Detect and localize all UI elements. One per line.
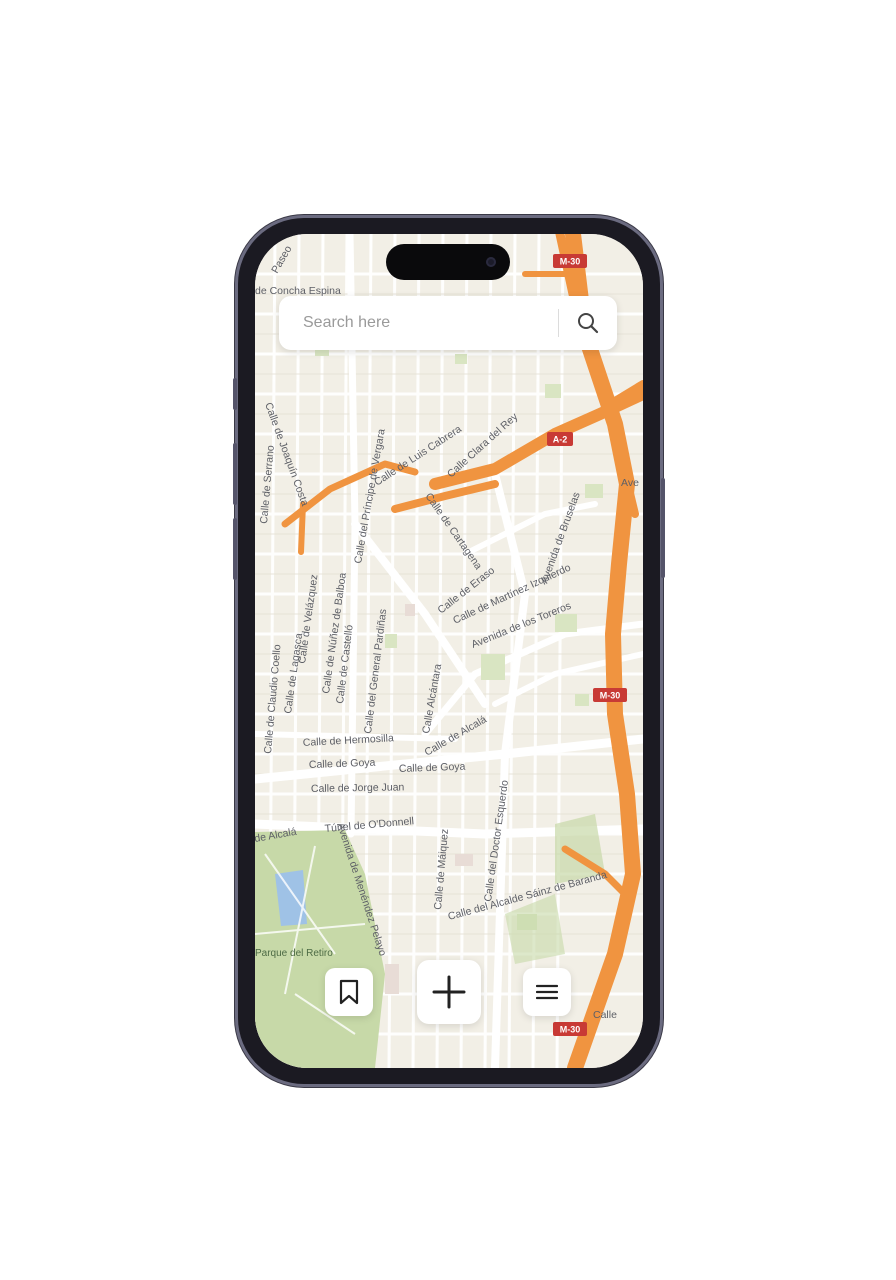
dynamic-island [386,244,510,280]
add-button[interactable] [417,960,481,1024]
phone-frame: de Concha Espina Calle de Luis Cabrera C… [233,218,665,1084]
menu-button[interactable] [523,968,571,1016]
camera-icon [486,257,496,267]
road-shield: M-30 [553,1022,587,1036]
park-label: Parque del Retiro [255,948,333,959]
street-label: Calle de Goya [309,757,376,771]
street-label: Calle de Goya [399,761,466,775]
plus-icon [432,975,466,1009]
bookmark-icon [339,979,359,1005]
side-button [233,378,237,410]
search-input[interactable] [279,295,558,351]
side-button [233,443,237,505]
screen: de Concha Espina Calle de Luis Cabrera C… [255,234,643,1068]
street-label: Ave [621,477,639,489]
road-shield: A-2 [547,432,573,446]
search-icon [578,313,599,334]
road-shield: M-30 [593,688,627,702]
street-label: Calle [593,1009,617,1021]
search-bar [279,295,617,351]
svg-text:M-30: M-30 [560,257,581,267]
side-button [233,518,237,580]
street-label: Calle de Jorge Juan [311,781,405,795]
road-shield: M-30 [553,254,587,268]
bookmark-button[interactable] [325,968,373,1016]
search-button[interactable] [559,296,617,350]
svg-text:M-30: M-30 [600,691,621,701]
side-button [661,478,665,578]
menu-icon [536,984,558,1000]
map-view[interactable]: de Concha Espina Calle de Luis Cabrera C… [255,234,643,1068]
svg-text:A-2: A-2 [553,435,568,445]
svg-text:M-30: M-30 [560,1025,581,1035]
